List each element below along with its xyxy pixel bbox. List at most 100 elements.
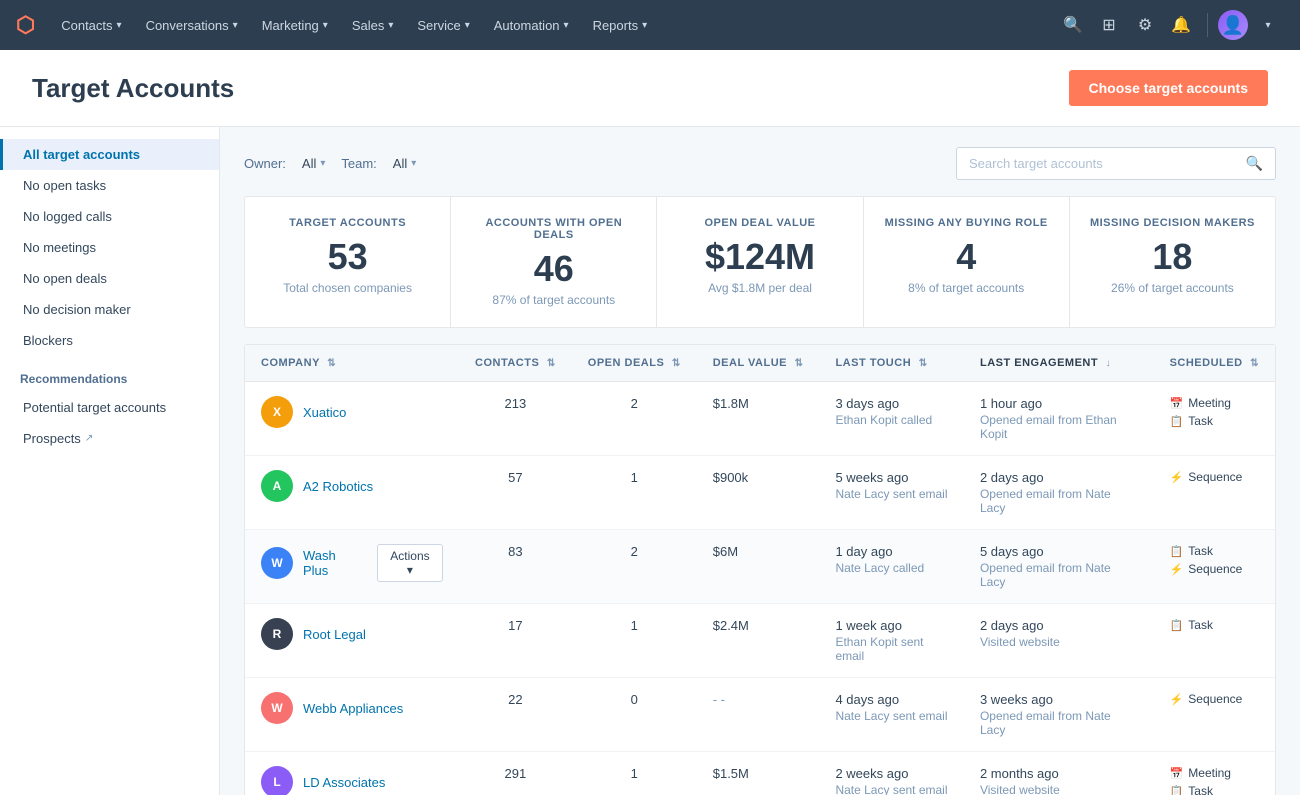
company-cell-a2-robotics: A A2 Robotics (245, 456, 459, 530)
sidebar-item-all-target-accounts[interactable]: All target accounts (0, 139, 219, 170)
company-link-a2-robotics[interactable]: A2 Robotics (303, 479, 373, 494)
user-avatar[interactable]: 👤 (1218, 10, 1248, 40)
deal-value-cell-ld-associates: $1.5M (697, 752, 820, 795)
task-icon: 📋 (1170, 619, 1184, 632)
col-scheduled[interactable]: SCHEDULED ⇅ (1154, 345, 1275, 382)
stat-missing-buying-role: MISSING ANY BUYING ROLE 4 8% of target a… (864, 197, 1070, 327)
search-input[interactable] (969, 156, 1238, 171)
last-engagement-cell-xuatico: 1 hour agoOpened email from Ethan Kopit (964, 382, 1154, 456)
table-header-row: COMPANY ⇅ CONTACTS ⇅ OPEN DEALS ⇅ DEAL V… (245, 345, 1275, 382)
nav-automation[interactable]: Automation ▾ (484, 12, 579, 39)
col-open-deals[interactable]: OPEN DEALS ⇅ (572, 345, 697, 382)
stats-panel: TARGET ACCOUNTS 53 Total chosen companie… (244, 196, 1276, 328)
open-deals-cell-a2-robotics: 1 (572, 456, 697, 530)
company-logo-root-legal: R (261, 618, 293, 650)
company-link-wash-plus[interactable]: Wash Plus (303, 548, 359, 578)
deal-value-sort-icon: ⇅ (795, 358, 804, 369)
company-cell-root-legal: R Root Legal (245, 604, 459, 678)
col-deal-value[interactable]: DEAL VALUE ⇅ (697, 345, 820, 382)
sidebar-item-no-open-deals[interactable]: No open deals (0, 263, 219, 294)
main-layout: All target accounts No open tasks No log… (0, 127, 1300, 795)
sidebar-item-no-logged-calls[interactable]: No logged calls (0, 201, 219, 232)
stat-target-accounts: TARGET ACCOUNTS 53 Total chosen companie… (245, 197, 451, 327)
last-touch-cell-webb-appliances: 4 days agoNate Lacy sent email (819, 678, 964, 752)
col-last-engagement[interactable]: LAST ENGAGEMENT ↓ (964, 345, 1154, 382)
scheduled-cell-a2-robotics: ⚡ Sequence (1154, 456, 1275, 530)
sidebar-item-blockers[interactable]: Blockers (0, 325, 219, 356)
contacts-cell-xuatico: 213 (459, 382, 572, 456)
last-engagement-cell-a2-robotics: 2 days agoOpened email from Nate Lacy (964, 456, 1154, 530)
topnav: ⬡ Contacts ▾ Conversations ▾ Marketing ▾… (0, 0, 1300, 50)
open-deals-sort-icon: ⇅ (672, 358, 681, 369)
contacts-chevron-icon: ▾ (117, 20, 122, 31)
last-engagement-cell-root-legal: 2 days agoVisited website (964, 604, 1154, 678)
apps-icon-btn[interactable]: ⊞ (1093, 9, 1125, 41)
notifications-icon-btn[interactable]: 🔔 (1165, 9, 1197, 41)
team-chevron-icon: ▾ (411, 158, 416, 169)
choose-target-accounts-button[interactable]: Choose target accounts (1069, 70, 1268, 106)
conversations-chevron-icon: ▾ (233, 20, 238, 31)
team-filter-label: Team: (341, 156, 376, 171)
stat-decision-makers-sub: 26% of target accounts (1086, 281, 1259, 295)
company-link-webb-appliances[interactable]: Webb Appliances (303, 701, 403, 716)
sidebar-item-no-open-tasks[interactable]: No open tasks (0, 170, 219, 201)
nav-reports[interactable]: Reports ▾ (583, 12, 658, 39)
stat-accounts-open-deals: ACCOUNTS WITH OPEN DEALS 46 87% of targe… (451, 197, 657, 327)
table-row: L LD Associates 2911$1.5M2 weeks agoNate… (245, 752, 1275, 795)
marketing-chevron-icon: ▾ (323, 20, 328, 31)
col-contacts[interactable]: CONTACTS ⇅ (459, 345, 572, 382)
stat-missing-decision-makers: MISSING DECISION MAKERS 18 26% of target… (1070, 197, 1275, 327)
stat-buying-role-label: MISSING ANY BUYING ROLE (880, 217, 1053, 229)
service-chevron-icon: ▾ (465, 20, 470, 31)
scheduled-sort-icon: ⇅ (1250, 358, 1259, 369)
owner-filter-select[interactable]: All ▾ (302, 156, 325, 171)
table-row: W Wash Plus Actions ▾ 832$6M1 day agoNat… (245, 530, 1275, 604)
col-company[interactable]: COMPANY ⇅ (245, 345, 459, 382)
owner-filter-label: Owner: (244, 156, 286, 171)
settings-icon-btn[interactable]: ⚙ (1129, 9, 1161, 41)
stat-deal-value-label: OPEN DEAL VALUE (673, 217, 846, 229)
open-deals-cell-wash-plus: 2 (572, 530, 697, 604)
account-chevron-icon[interactable]: ▾ (1252, 9, 1284, 41)
col-last-touch[interactable]: LAST TOUCH ⇅ (819, 345, 964, 382)
sidebar-item-no-decision-maker[interactable]: No decision maker (0, 294, 219, 325)
hubspot-logo[interactable]: ⬡ (16, 12, 35, 38)
nav-marketing[interactable]: Marketing ▾ (252, 12, 338, 39)
scheduled-item: ⚡ Sequence (1170, 470, 1259, 484)
deal-value-cell-root-legal: $2.4M (697, 604, 820, 678)
sales-chevron-icon: ▾ (388, 20, 393, 31)
reports-chevron-icon: ▾ (642, 20, 647, 31)
meeting-icon: 📅 (1170, 397, 1184, 410)
table-row: W Webb Appliances 220- -4 days agoNate L… (245, 678, 1275, 752)
company-logo-webb-appliances: W (261, 692, 293, 724)
last-engagement-cell-ld-associates: 2 months agoVisited website (964, 752, 1154, 795)
actions-button-wash-plus[interactable]: Actions ▾ (377, 544, 443, 582)
sidebar-item-no-meetings[interactable]: No meetings (0, 232, 219, 263)
sidebar-item-potential-target-accounts[interactable]: Potential target accounts (0, 392, 219, 423)
open-deals-cell-root-legal: 1 (572, 604, 697, 678)
nav-service[interactable]: Service ▾ (407, 12, 479, 39)
scheduled-item: ⚡ Sequence (1170, 692, 1259, 706)
scheduled-cell-xuatico: 📅 Meeting 📋 Task (1154, 382, 1275, 456)
company-link-ld-associates[interactable]: LD Associates (303, 775, 385, 790)
company-sort-icon: ⇅ (327, 358, 336, 369)
contacts-cell-webb-appliances: 22 (459, 678, 572, 752)
nav-conversations[interactable]: Conversations ▾ (136, 12, 248, 39)
scheduled-item: ⚡ Sequence (1170, 562, 1259, 576)
company-link-xuatico[interactable]: Xuatico (303, 405, 346, 420)
team-filter-select[interactable]: All ▾ (393, 156, 416, 171)
nav-sales[interactable]: Sales ▾ (342, 12, 404, 39)
nav-contacts[interactable]: Contacts ▾ (51, 12, 131, 39)
stat-open-deals-value: 46 (467, 251, 640, 287)
stat-buying-role-value: 4 (880, 239, 1053, 275)
target-accounts-table: COMPANY ⇅ CONTACTS ⇅ OPEN DEALS ⇅ DEAL V… (244, 344, 1276, 795)
sidebar-item-prospects[interactable]: Prospects ↗ (0, 423, 219, 454)
task-icon: 📋 (1170, 545, 1184, 558)
search-icon-btn[interactable]: 🔍 (1057, 9, 1089, 41)
company-link-root-legal[interactable]: Root Legal (303, 627, 366, 642)
last-touch-cell-a2-robotics: 5 weeks agoNate Lacy sent email (819, 456, 964, 530)
company-logo-wash-plus: W (261, 547, 293, 579)
stat-decision-makers-value: 18 (1086, 239, 1259, 275)
automation-chevron-icon: ▾ (564, 20, 569, 31)
task-icon: 📋 (1170, 415, 1184, 428)
